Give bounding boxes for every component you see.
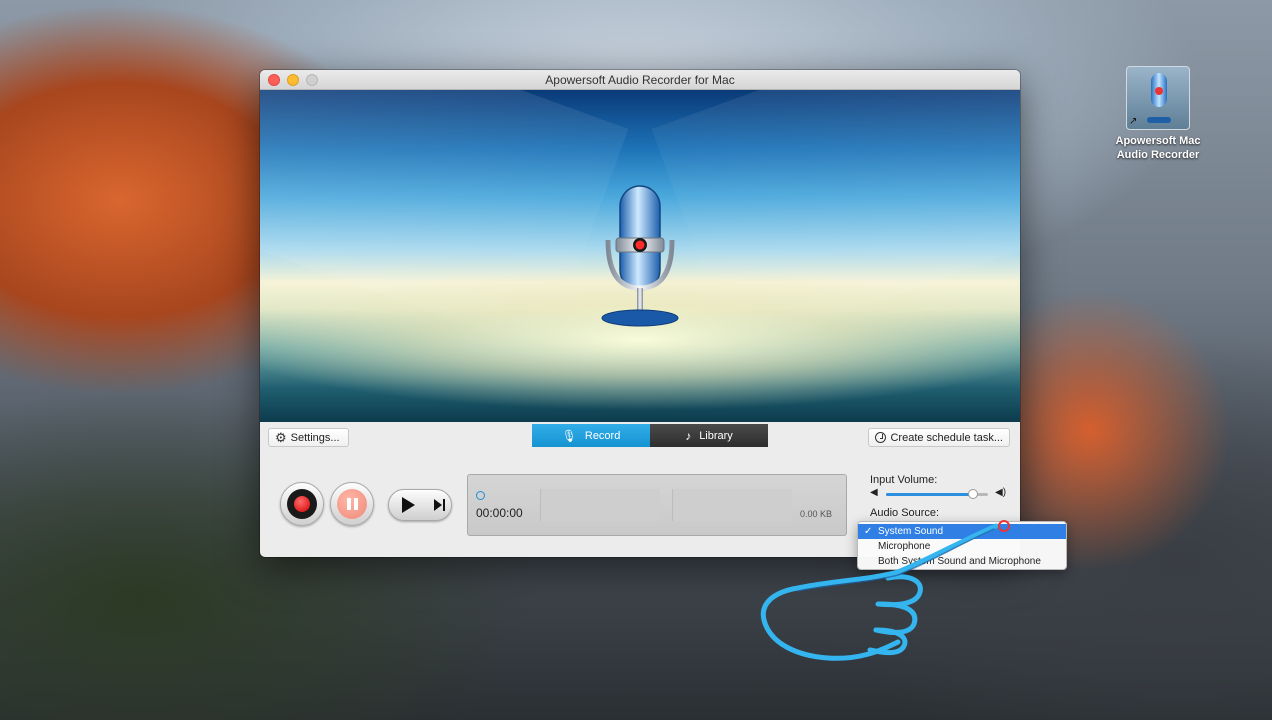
skip-next-icon — [434, 499, 442, 511]
clock-icon — [875, 432, 887, 443]
speaker-high-icon: ◀) — [995, 487, 1007, 498]
pause-button[interactable] — [330, 482, 374, 526]
tab-library[interactable]: ♪ Library — [650, 424, 768, 447]
waveform-track — [672, 489, 792, 521]
speaker-low-icon: ◀ — [870, 487, 878, 498]
minimize-window-button[interactable] — [287, 74, 299, 86]
window-title: Apowersoft Audio Recorder for Mac — [545, 73, 735, 87]
file-size: 0.00 KB — [799, 509, 832, 519]
alias-arrow-icon: ↗ — [1129, 116, 1138, 127]
title-bar[interactable]: Apowersoft Audio Recorder for Mac — [260, 70, 1020, 90]
volume-fill — [886, 493, 973, 496]
timer-icon — [476, 491, 485, 500]
view-tabs: 🎙 Record ♪ Library — [532, 424, 768, 447]
record-icon — [287, 489, 317, 519]
zoom-window-button[interactable] — [306, 74, 318, 86]
settings-label: Settings... — [290, 431, 340, 444]
gear-icon: ⚙ — [275, 430, 287, 445]
desktop-icon-label: Apowersoft Mac Audio Recorder — [1115, 135, 1201, 161]
volume-track[interactable] — [886, 489, 988, 499]
music-note-icon: ♪ — [685, 428, 692, 443]
tab-library-label: Library — [699, 429, 733, 442]
header-banner — [260, 90, 1020, 422]
pause-icon — [337, 489, 367, 519]
app-window: Apowersoft Audio Recorder for Mac ⚙ Sett… — [260, 70, 1020, 557]
microphone-logo-icon — [601, 185, 679, 327]
audio-source-label: Audio Source: — [870, 507, 940, 519]
create-schedule-task-button[interactable]: Create schedule task... — [868, 428, 1010, 447]
input-volume-slider[interactable]: ◀ ◀) — [870, 487, 1010, 500]
close-window-button[interactable] — [268, 74, 280, 86]
record-button[interactable] — [280, 482, 324, 526]
volume-knob[interactable] — [967, 489, 978, 499]
elapsed-time: 00:00:00 — [476, 506, 523, 520]
microphone-icon: 🎙 — [561, 428, 577, 443]
pointing-hand-icon — [760, 523, 999, 661]
play-button[interactable] — [389, 490, 423, 520]
input-volume-label: Input Volume: — [870, 474, 938, 486]
playback-controls — [388, 489, 452, 521]
tab-record[interactable]: 🎙 Record — [532, 424, 650, 447]
window-controls — [268, 74, 318, 86]
desktop-app-alias[interactable]: ↗ Apowersoft Mac Audio Recorder — [1108, 66, 1208, 162]
mouse-cursor — [998, 520, 1010, 532]
tab-record-label: Record — [584, 429, 621, 442]
audio-recorder-app-icon: ↗ — [1126, 66, 1190, 130]
waveform-track — [540, 489, 660, 521]
skip-next-button[interactable] — [434, 499, 445, 511]
schedule-label: Create schedule task... — [890, 431, 1003, 444]
play-icon — [401, 497, 415, 513]
toolbar: ⚙ Settings... 🎙 Record ♪ Library Create … — [260, 422, 1020, 452]
settings-button[interactable]: ⚙ Settings... — [268, 428, 349, 447]
